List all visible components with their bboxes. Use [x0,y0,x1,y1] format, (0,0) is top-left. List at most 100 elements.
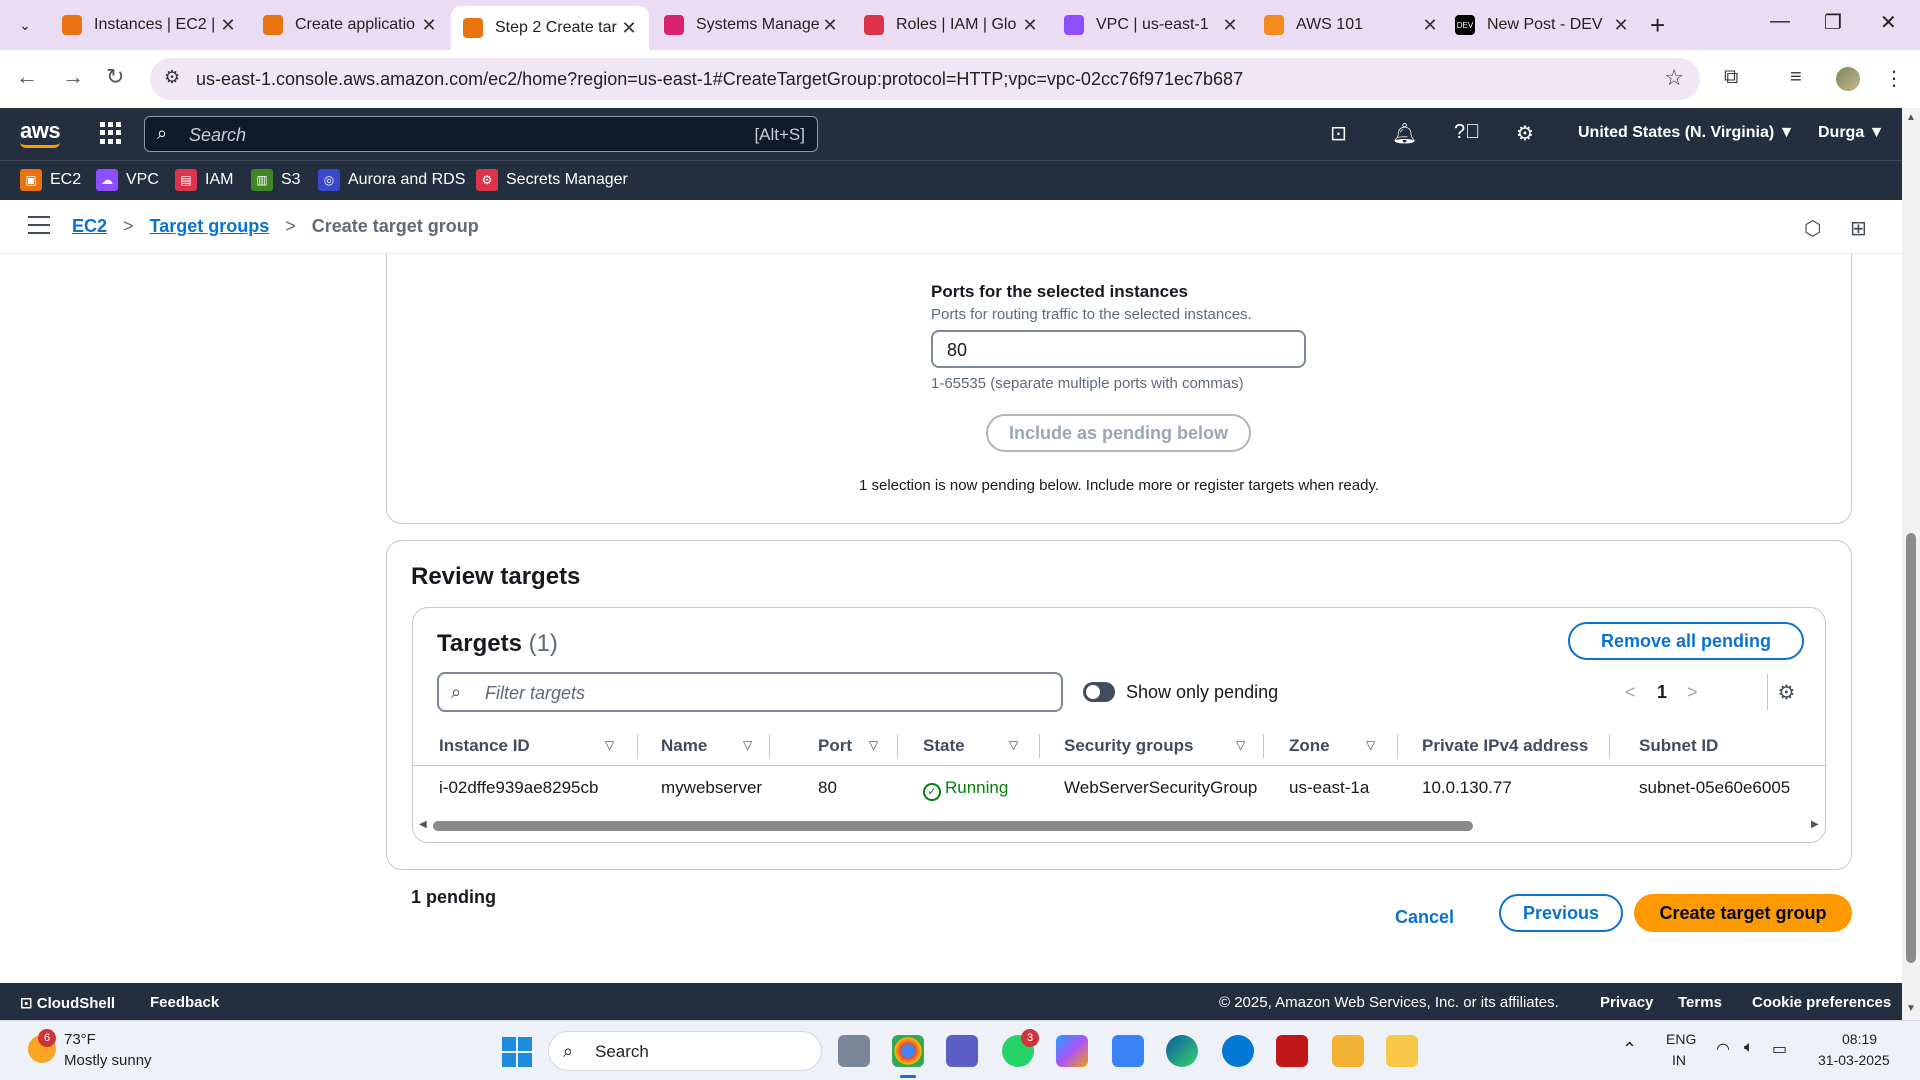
file-explorer-icon[interactable] [1386,1035,1418,1067]
page-vertical-scrollbar[interactable]: ▲ ▼ [1902,108,1920,1020]
notifications-hexagon-icon[interactable]: ⬡ [1804,216,1821,241]
filter-targets-input[interactable]: ⌕ Filter targets [437,672,1063,712]
remove-all-pending-button[interactable]: Remove all pending [1568,622,1804,660]
close-tab-icon[interactable]: ✕ [419,15,439,36]
table-preferences-gear-icon[interactable]: ⚙ [1767,674,1805,710]
favorite-aurora-rds[interactable]: ◎ Aurora and RDS [318,169,465,191]
column-zone[interactable]: Zone [1289,736,1330,756]
pagination-page-number[interactable]: 1 [1657,682,1667,703]
language-code[interactable]: ENG [1666,1031,1696,1047]
help-icon[interactable]: ?⃝ [1454,121,1480,144]
favorite-s3[interactable]: ▥ S3 [251,169,301,191]
scroll-left-icon[interactable]: ◀ [419,819,427,830]
ports-input[interactable]: 80 [931,330,1306,368]
extensions-icon[interactable]: ⧉ [1724,66,1738,89]
side-navigation-menu-icon[interactable] [28,216,50,240]
privacy-link[interactable]: Privacy [1600,994,1653,1011]
wifi-icon[interactable]: ◠ [1716,1039,1730,1059]
browser-tab-active[interactable]: Step 2 Create tar ✕ [451,6,649,50]
column-state[interactable]: State [923,736,965,756]
sort-caret-icon[interactable]: ▽ [1009,738,1018,752]
create-target-group-button[interactable]: Create target group [1634,894,1852,932]
temperature[interactable]: 73°F [64,1031,96,1048]
bookmark-star-icon[interactable]: ☆ [1664,65,1684,91]
browser-tab[interactable]: AWS 101 ✕ [1252,7,1450,43]
restore-window-button[interactable]: ❐ [1824,10,1842,35]
scrollbar-thumb[interactable] [1906,533,1916,963]
table-horizontal-scrollbar[interactable]: ◀ ▶ [413,818,1825,834]
favorite-vpc[interactable]: ☁ VPC [96,169,159,191]
scroll-right-icon[interactable]: ▶ [1811,819,1819,830]
browser-tab[interactable]: Systems Manage ✕ [652,7,850,43]
close-tab-icon[interactable]: ✕ [1020,15,1040,36]
previous-button[interactable]: Previous [1499,894,1623,932]
browser-tab[interactable]: DEV New Post - DEV ✕ [1443,7,1641,43]
mylp-app-icon[interactable] [1112,1035,1144,1067]
reload-icon[interactable]: ↻ [106,64,124,90]
column-security-groups[interactable]: Security groups [1064,736,1193,756]
clock-date[interactable]: 31-03-2025 [1818,1052,1890,1068]
clock-time[interactable]: 08:19 [1842,1031,1877,1047]
settings-gear-icon[interactable]: ⚙ [1516,121,1534,146]
cookie-preferences-link[interactable]: Cookie preferences [1752,994,1891,1011]
weather-description[interactable]: Mostly sunny [64,1052,152,1069]
browser-tab[interactable]: Create applicatio ✕ [251,7,449,43]
language-region[interactable]: IN [1672,1052,1686,1068]
close-tab-icon[interactable]: ✕ [1420,15,1440,36]
sort-caret-icon[interactable]: ▽ [743,738,752,752]
scrollbar-thumb[interactable] [433,821,1473,831]
aws-logo[interactable]: aws [20,118,61,148]
site-info-icon[interactable]: ⚙ [164,67,180,88]
aws-search-input[interactable]: ⌕ Search [Alt+S] [144,116,818,152]
favorite-ec2[interactable]: ▣ EC2 [20,169,81,191]
sort-caret-icon[interactable]: ▽ [1236,738,1245,752]
minimize-window-button[interactable]: — [1770,10,1790,33]
help-app-icon[interactable] [1222,1035,1254,1067]
show-hidden-icons-chevron-icon[interactable]: ⌃ [1622,1039,1637,1060]
browser-tab[interactable]: Instances | EC2 | ✕ [50,7,248,43]
column-name[interactable]: Name [661,736,707,756]
services-grid-icon[interactable] [100,122,122,144]
sort-caret-icon[interactable]: ▽ [869,738,878,752]
browser-tab[interactable]: Roles | IAM | Glo ✕ [852,7,1050,43]
task-view-icon[interactable] [838,1035,870,1067]
close-tab-icon[interactable]: ✕ [1611,15,1631,36]
table-row[interactable]: i-02dffe939ae8295cb mywebserver 80 ✓ Runn… [413,768,1825,808]
cancel-button[interactable]: Cancel [1395,898,1454,936]
pagination-prev-icon[interactable]: < [1625,682,1636,703]
favorite-secrets-manager[interactable]: ⚙ Secrets Manager [476,169,628,191]
pagination-next-icon[interactable]: > [1687,682,1698,703]
new-tab-button[interactable]: + [1650,10,1665,41]
tab-search-button[interactable]: ⌄ [8,9,42,41]
favorite-iam[interactable]: ▤ IAM [175,169,233,191]
notifications-bell-icon[interactable]: 🔔︎ [1392,121,1417,146]
url-text[interactable]: us-east-1.console.aws.amazon.com/ec2/hom… [196,69,1243,90]
terms-link[interactable]: Terms [1678,994,1722,1011]
sort-caret-icon[interactable]: ▽ [605,738,614,752]
teams-icon[interactable] [946,1035,978,1067]
feedback-link[interactable]: Feedback [150,994,219,1011]
mcafee-icon[interactable] [1276,1035,1308,1067]
back-arrow-icon[interactable]: ← [16,64,38,90]
scroll-down-icon[interactable]: ▼ [1906,1003,1916,1014]
edge-icon[interactable] [1166,1035,1198,1067]
browser-tab[interactable]: VPC | us-east-1 ✕ [1052,7,1250,43]
close-tab-icon[interactable]: ✕ [1220,15,1240,36]
microsoft-store-icon[interactable] [1332,1035,1364,1067]
volume-icon[interactable]: 🔈︎ [1744,1039,1754,1057]
display-preferences-icon[interactable]: ⊞ [1850,216,1867,241]
column-port[interactable]: Port [818,736,852,756]
close-tab-icon[interactable]: ✕ [218,15,238,36]
scroll-up-icon[interactable]: ▲ [1906,112,1916,123]
profile-avatar[interactable] [1836,67,1860,91]
forward-arrow-icon[interactable]: → [62,64,84,90]
region-selector[interactable]: United States (N. Virginia) ▼ [1578,124,1794,142]
close-tab-icon[interactable]: ✕ [619,18,639,39]
close-tab-icon[interactable]: ✕ [820,15,840,36]
windows-start-icon[interactable] [502,1037,532,1067]
close-window-button[interactable]: ✕ [1880,10,1897,35]
copilot-icon[interactable] [1056,1035,1088,1067]
browser-menu-icon[interactable]: ⋮ [1884,66,1904,91]
show-only-pending-toggle[interactable] [1083,682,1115,702]
taskbar-search[interactable]: ⌕ Search [548,1031,822,1071]
